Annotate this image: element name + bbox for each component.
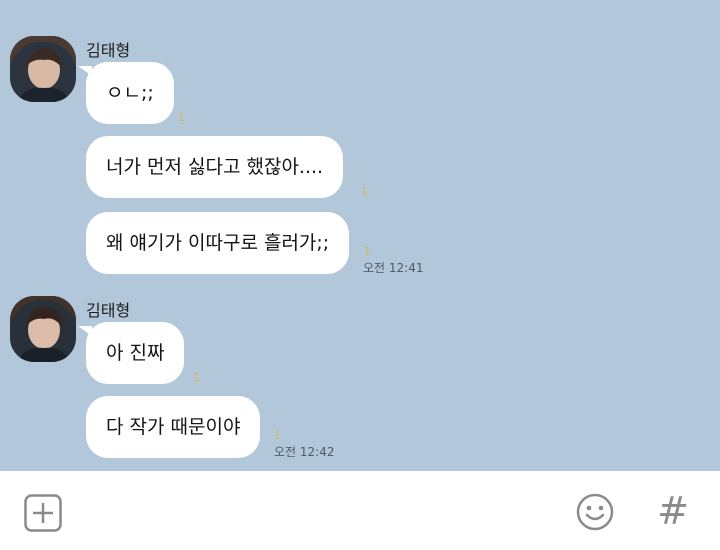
sender-name: 김태형	[86, 301, 131, 320]
message-text: 너가 먼저 싫다고 했잖아....	[106, 156, 324, 178]
unread-count: 1	[178, 111, 185, 124]
unread-count: 1	[361, 185, 368, 198]
message-bubble[interactable]: 너가 먼저 싫다고 했잖아....	[86, 136, 344, 198]
message-bubble[interactable]: 다 작가 때문이야	[86, 396, 261, 458]
plus-icon[interactable]	[24, 494, 62, 536]
message-time: 오전 12:41	[363, 261, 424, 275]
input-bar[interactable]: #	[0, 471, 720, 550]
sender-avatar[interactable]	[10, 296, 76, 362]
sender-name: 김태형	[86, 41, 131, 60]
message-bubble[interactable]: 아 진짜	[77, 322, 185, 384]
message-text: ㅇㄴ;;	[106, 82, 154, 104]
sender-avatar[interactable]	[10, 36, 76, 102]
emoji-icon[interactable]	[576, 493, 614, 535]
message-time: 오전 12:42	[274, 445, 335, 459]
message-text: 다 작가 때문이야	[106, 416, 241, 438]
message-bubble[interactable]: 왜 얘기가 이따구로 흘러가;;	[86, 212, 350, 274]
unread-count: 1	[274, 429, 281, 442]
hash-icon[interactable]: #	[656, 491, 690, 531]
message-bubble[interactable]: ㅇㄴ;;	[78, 62, 174, 124]
hash-symbol: #	[657, 489, 689, 533]
message-text: 아 진짜	[106, 342, 165, 364]
message-text: 왜 얘기가 이따구로 흘러가;;	[106, 232, 330, 254]
unread-count: 1	[364, 245, 371, 258]
chat-area[interactable]: 김태형 ㅇㄴ;; 1 너가 먼저 싫다고 했잖아.... 1 왜 얘기가 이따구…	[0, 0, 720, 471]
unread-count: 1	[193, 371, 200, 384]
